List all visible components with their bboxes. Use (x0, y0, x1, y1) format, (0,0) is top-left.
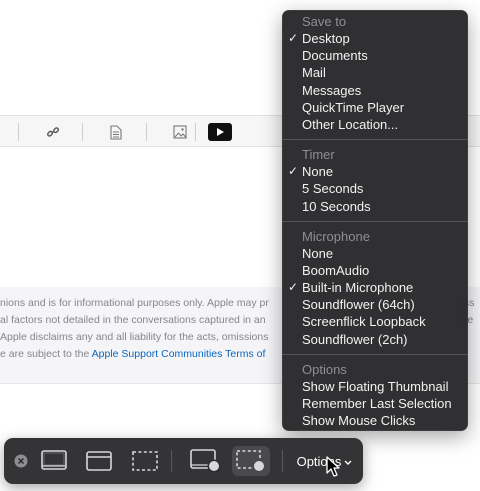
menu-item[interactable]: None (282, 245, 468, 262)
menu-item-label: 10 Seconds (302, 198, 371, 214)
menu-item[interactable]: Other Location... (282, 116, 468, 133)
menu-separator (282, 139, 468, 141)
menu-item[interactable]: 5 Seconds (282, 180, 468, 197)
menu-item-label: BoomAudio (302, 262, 370, 278)
image-icon[interactable] (170, 122, 190, 142)
link-icon[interactable] (43, 122, 63, 142)
menu-item-label: Built-in Microphone (302, 280, 414, 296)
menu-item-label: Desktop (302, 31, 350, 46)
close-icon[interactable] (12, 446, 30, 476)
chevron-down-icon (344, 454, 352, 469)
menu-item[interactable]: Show Mouse Clicks (282, 412, 468, 429)
toolbar-divider (82, 123, 83, 141)
toolbar-divider (146, 123, 147, 141)
menu-item[interactable]: Show Floating Thumbnail (282, 378, 468, 395)
menu-item-label: Messages (302, 82, 362, 98)
menu-section-header: Save to (302, 14, 347, 29)
menu-item-label: Show Floating Thumbnail (302, 378, 449, 394)
menu-separator (282, 353, 468, 355)
menu-item[interactable]: QuickTime Player (282, 99, 468, 116)
menu-item-label: Other Location... (302, 116, 399, 132)
menu-item[interactable]: Remember Last Selection (282, 395, 468, 412)
checkmark-icon: ✓ (288, 31, 299, 45)
pointer-cursor-icon (325, 456, 341, 483)
document-icon[interactable] (106, 122, 126, 142)
toolbar-divider (282, 450, 283, 472)
menu-item[interactable]: Messages (282, 82, 468, 99)
menu-item-label: Documents (302, 48, 368, 64)
menu-item-label: Mail (302, 65, 326, 81)
terms-link[interactable]: Apple Support Communities Terms of (92, 348, 266, 360)
menu-item-label: None (302, 164, 334, 180)
menu-item-label: QuickTime Player (302, 99, 405, 115)
capture-selection-icon[interactable] (128, 446, 162, 476)
capture-entire-screen-icon[interactable] (37, 446, 71, 476)
toolbar-divider (195, 123, 196, 141)
menu-item[interactable]: Mail (282, 64, 468, 81)
menu-item[interactable]: Screenflick Loopback (282, 313, 468, 330)
screenshot-toolbar: Options (4, 438, 363, 484)
menu-item[interactable]: 10 Seconds (282, 198, 468, 215)
menu-item-label: Remember Last Selection (302, 396, 452, 411)
menu-item[interactable]: Documents (282, 47, 468, 64)
menu-item-label: None (302, 245, 334, 261)
menu-item[interactable]: Soundflower (2ch) (282, 331, 468, 348)
options-menu: Save to ✓ Desktop Documents Mail Messages Quic… (282, 10, 468, 431)
checkmark-icon: ✓ (288, 280, 299, 295)
menu-section-header: Timer (302, 147, 335, 163)
record-entire-screen-icon[interactable] (187, 446, 225, 476)
record-selection-icon[interactable] (232, 446, 270, 476)
menu-section-header: Options (302, 361, 347, 377)
toolbar-divider (18, 123, 19, 141)
menu-item-label: Show Mouse Clicks (302, 413, 416, 429)
checkmark-icon: ✓ (288, 164, 299, 179)
menu-item[interactable]: Soundflower (64ch) (282, 296, 468, 313)
menu-item-label: Soundflower (2ch) (302, 331, 408, 347)
menu-item-label: Soundflower (64ch) (302, 297, 415, 313)
menu-item-label: Screenflick Loopback (302, 314, 426, 330)
capture-window-icon[interactable] (82, 446, 116, 476)
menu-item[interactable]: ✓ None (282, 163, 468, 180)
toolbar-divider (171, 450, 172, 472)
menu-item-label: 5 Seconds (302, 181, 364, 197)
menu-item[interactable]: BoomAudio (282, 262, 468, 279)
menu-item[interactable]: ✓ Desktop (282, 30, 468, 47)
menu-section-header: Microphone (302, 228, 370, 244)
video-icon[interactable] (208, 123, 232, 141)
menu-separator (282, 220, 468, 222)
menu-item[interactable]: ✓ Built-in Microphone (282, 279, 468, 296)
